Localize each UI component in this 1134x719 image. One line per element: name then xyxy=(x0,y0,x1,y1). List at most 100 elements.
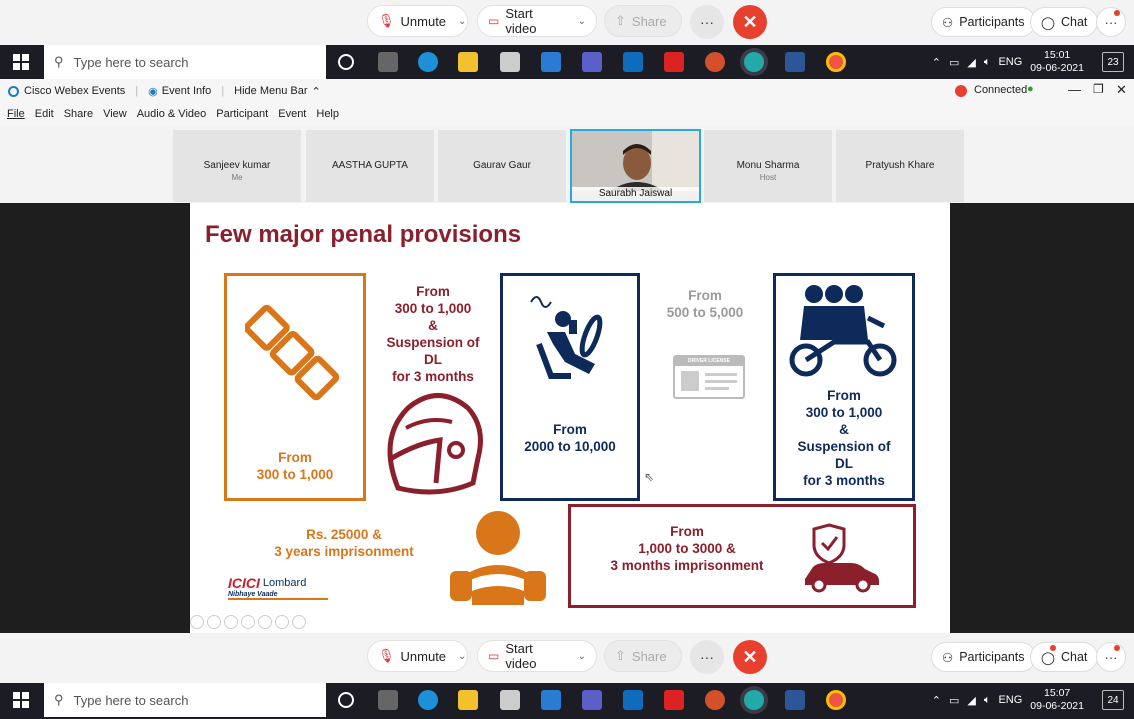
active-speaker-video-tile[interactable]: Saurabh Jaiswal xyxy=(570,129,701,203)
mail-icon[interactable] xyxy=(541,690,561,710)
annotation-tool-icon[interactable] xyxy=(292,615,306,629)
unmute-button[interactable]: 🎙︎ Unmute ⌄ xyxy=(367,5,468,37)
edge-icon[interactable] xyxy=(418,52,438,72)
search-placeholder: Type here to search xyxy=(73,692,189,708)
system-tray: ⌃ ▭ ◢ 🔈︎ ENG 15:01 09-06-2021 xyxy=(932,45,1084,79)
powerpoint-icon[interactable] xyxy=(705,690,725,710)
chat-button[interactable]: ◯ Chat xyxy=(1030,7,1099,37)
clock[interactable]: 15:07 09-06-2021 xyxy=(1030,687,1084,713)
annotation-tool-icon[interactable] xyxy=(241,615,255,629)
store-icon[interactable] xyxy=(500,52,520,72)
minimize-icon[interactable]: — xyxy=(1068,82,1081,97)
driver-phone-icon xyxy=(530,296,603,379)
leave-meeting-button[interactable]: ✕ xyxy=(733,5,767,39)
menu-file[interactable]: File xyxy=(7,108,25,120)
language-indicator[interactable]: ENG xyxy=(998,56,1022,68)
chevron-down-icon[interactable]: ⌄ xyxy=(578,16,586,27)
taskbar-search-box[interactable]: ⚲ Type here to search xyxy=(44,683,326,717)
chrome-icon[interactable] xyxy=(826,690,846,710)
fine-line: for 3 months xyxy=(392,369,474,384)
unmute-button[interactable]: 🎙︎ Unmute ⌄ xyxy=(367,640,468,672)
acrobat-icon[interactable] xyxy=(664,690,684,710)
clock[interactable]: 15:01 09-06-2021 xyxy=(1030,49,1084,75)
file-explorer-icon[interactable] xyxy=(458,52,478,72)
word-icon[interactable] xyxy=(785,52,805,72)
language-indicator[interactable]: ENG xyxy=(998,694,1022,706)
start-video-button[interactable]: ▭ Start video ⌄ xyxy=(477,640,597,672)
chat-button[interactable]: ◯ Chat xyxy=(1030,642,1099,672)
notification-center-icon[interactable]: 23 xyxy=(1102,52,1124,72)
participant-tile[interactable]: AASTHA GUPTA xyxy=(306,130,434,202)
menu-edit[interactable]: Edit xyxy=(35,108,54,120)
mic-muted-icon: 🎙︎ xyxy=(378,648,395,663)
network-icon[interactable]: ▭ xyxy=(949,56,959,69)
helmet-fine-text: From 300 to 1,000 & Suspension of DL for… xyxy=(378,283,488,385)
participants-button[interactable]: ⚇ Participants xyxy=(931,642,1036,672)
menu-share[interactable]: Share xyxy=(64,108,93,120)
share-button[interactable]: ⇧ Share xyxy=(604,640,682,672)
wifi-icon[interactable]: ◢ xyxy=(967,56,975,69)
annotation-tool-icon[interactable] xyxy=(207,615,221,629)
menu-audio-video[interactable]: Audio & Video xyxy=(137,108,207,120)
file-explorer-icon[interactable] xyxy=(458,690,478,710)
word-icon[interactable] xyxy=(785,690,805,710)
chevron-up-icon[interactable]: ⌃ xyxy=(312,85,321,98)
event-info-button[interactable]: Event Info xyxy=(162,85,212,97)
taskbar-search-box[interactable]: ⚲ Type here to search xyxy=(44,45,326,79)
menu-event[interactable]: Event xyxy=(278,108,306,120)
restore-icon[interactable]: ❐ xyxy=(1093,82,1104,96)
edge-icon[interactable] xyxy=(418,690,438,710)
participant-tile[interactable]: Monu Sharma Host xyxy=(704,130,832,202)
powerpoint-icon[interactable] xyxy=(705,52,725,72)
chevron-down-icon[interactable]: ⌄ xyxy=(458,651,466,662)
cortana-icon[interactable] xyxy=(338,692,354,708)
hide-menu-bar-button[interactable]: Hide Menu Bar xyxy=(234,85,307,97)
annotation-tool-icon[interactable] xyxy=(190,615,204,629)
mail-icon[interactable] xyxy=(541,52,561,72)
annotation-tool-icon[interactable] xyxy=(258,615,272,629)
annotation-tool-icon[interactable] xyxy=(275,615,289,629)
annotation-tool-icon[interactable] xyxy=(224,615,238,629)
participant-tile[interactable]: Pratyush Khare xyxy=(836,130,964,202)
outlook-icon[interactable] xyxy=(623,690,643,710)
chevron-down-icon[interactable]: ⌄ xyxy=(578,651,586,662)
task-view-icon[interactable] xyxy=(378,52,398,72)
close-icon[interactable]: ✕ xyxy=(1116,82,1127,98)
wifi-icon[interactable]: ◢ xyxy=(967,694,975,707)
store-icon[interactable] xyxy=(500,690,520,710)
menu-participant[interactable]: Participant xyxy=(216,108,268,120)
more-options-button[interactable]: ··· xyxy=(690,640,724,674)
menu-help[interactable]: Help xyxy=(316,108,339,120)
cortana-icon[interactable] xyxy=(338,54,354,70)
menu-view[interactable]: View xyxy=(103,108,127,120)
volume-icon[interactable]: 🔈︎ xyxy=(984,56,991,69)
chevron-up-icon[interactable]: ⌃ xyxy=(932,56,941,69)
participants-button[interactable]: ⚇ Participants xyxy=(931,7,1036,37)
webex-icon[interactable] xyxy=(744,52,764,72)
outlook-icon[interactable] xyxy=(623,52,643,72)
overflow-menu-button[interactable]: ··· xyxy=(1096,7,1126,37)
windows-start-icon[interactable] xyxy=(13,692,29,708)
mic-muted-icon: 🎙︎ xyxy=(378,13,395,28)
overflow-menu-button[interactable]: ··· xyxy=(1096,642,1126,672)
network-icon[interactable]: ▭ xyxy=(949,694,959,707)
search-icon: ⚲ xyxy=(54,692,64,707)
chrome-icon[interactable] xyxy=(826,52,846,72)
acrobat-icon[interactable] xyxy=(664,52,684,72)
teams-icon[interactable] xyxy=(582,52,602,72)
participant-tile[interactable]: Gaurav Gaur xyxy=(438,130,566,202)
chevron-up-icon[interactable]: ⌃ xyxy=(932,694,941,707)
leave-meeting-button[interactable]: ✕ xyxy=(733,640,767,674)
start-video-button[interactable]: ▭ Start video ⌄ xyxy=(477,5,597,37)
chevron-down-icon[interactable]: ⌄ xyxy=(458,16,466,27)
share-button[interactable]: ⇧ Share xyxy=(604,5,682,37)
start-video-label: Start video xyxy=(505,6,537,36)
windows-start-icon[interactable] xyxy=(13,54,29,70)
task-view-icon[interactable] xyxy=(378,690,398,710)
teams-icon[interactable] xyxy=(582,690,602,710)
volume-icon[interactable]: 🔈︎ xyxy=(984,694,991,707)
webex-icon[interactable] xyxy=(744,690,764,710)
notification-center-icon[interactable]: 24 xyxy=(1102,690,1124,710)
participant-tile[interactable]: Sanjeev kumar Me xyxy=(173,130,301,202)
more-options-button[interactable]: ··· xyxy=(690,5,724,39)
